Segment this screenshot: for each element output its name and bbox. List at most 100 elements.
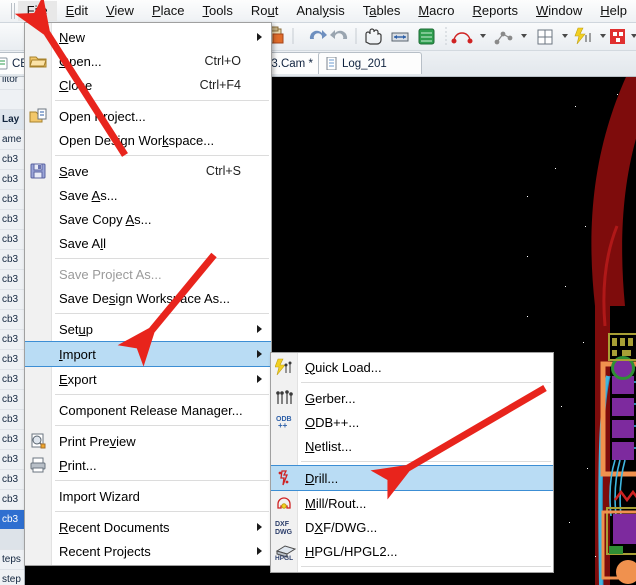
left-panel-row[interactable]: cb3 [0, 330, 24, 350]
left-panel-row[interactable]: cb3 [0, 190, 24, 210]
menu-item-component-release-manager[interactable]: Component Release Manager... [25, 398, 271, 422]
menu-item-label: Setup [59, 322, 93, 337]
left-panel-row[interactable]: cb3 [0, 250, 24, 270]
menu-item-import-wizard[interactable]: Import Wizard [25, 484, 271, 508]
menubar-item-edit[interactable]: Edit [57, 1, 97, 21]
menubar-item-analysis[interactable]: Analysis [287, 1, 353, 21]
menu-item-setup[interactable]: Setup [25, 317, 271, 341]
menubar-item-file[interactable]: File [18, 1, 57, 21]
menu-item-open[interactable]: Open...Ctrl+O [25, 49, 271, 73]
left-panel-row[interactable]: cb3 [0, 210, 24, 230]
menu-item-save-project-as: Save Project As... [25, 262, 271, 286]
left-panel-row[interactable] [0, 530, 24, 550]
menu-item-label: Netlist... [305, 439, 352, 454]
svg-text:DXF: DXF [275, 521, 290, 528]
left-panel-row[interactable]: cb3 [0, 490, 24, 510]
menu-item-label: Save Design Workspace As... [59, 291, 230, 306]
left-panel-row[interactable]: cb3 [0, 270, 24, 290]
menubar-item-view[interactable]: View [97, 1, 143, 21]
menu-item-recent-documents[interactable]: Recent Documents [25, 515, 271, 539]
menu-separator [55, 313, 269, 314]
menu-item-label: Recent Documents [59, 520, 170, 535]
chevron-down-icon [631, 34, 636, 38]
left-panel-row[interactable]: cb3 [0, 510, 24, 530]
menu-item-print-preview[interactable]: Print Preview [25, 429, 271, 453]
menu-separator [301, 382, 551, 383]
menu-item-close[interactable]: CloseCtrl+F4 [25, 73, 271, 97]
menu-item-label: Mill/Rout... [305, 496, 366, 511]
left-panel-row[interactable]: teps [0, 550, 24, 570]
left-panel-row[interactable]: cb3 [0, 170, 24, 190]
left-dock-panel[interactable]: iclitorLayamecb3cb3cb3cb3cb3cb3cb3cb3cb3… [0, 50, 25, 585]
left-panel-row[interactable]: step [0, 570, 24, 585]
menu-bar: FileEditViewPlaceToolsRoutAnalysisTables… [0, 0, 636, 23]
menu-separator [55, 511, 269, 512]
menu-item-label: Print Preview [59, 434, 136, 449]
submenu-arrow-icon [257, 375, 262, 383]
left-panel-row[interactable]: cb3 [0, 390, 24, 410]
left-panel-row[interactable]: cb3 [0, 470, 24, 490]
menu-item-gerber[interactable]: Gerber... [271, 386, 553, 410]
menu-item-quick-load[interactable]: Quick Load... [271, 355, 553, 379]
menubar-item-help[interactable]: Help [591, 1, 636, 21]
import-submenu-popup[interactable]: Quick Load... Gerber...ODB++ODB++... Netli… [270, 352, 554, 573]
menu-item-save-copy-as[interactable]: Save Copy As... [25, 207, 271, 231]
menubar-item-window[interactable]: Window [527, 1, 591, 21]
menu-item-mill-rout[interactable]: Mill/Rout... [271, 491, 553, 515]
menu-item-save-all[interactable]: Save All [25, 231, 271, 255]
open-folder-icon [29, 52, 47, 70]
menu-item-save-design-workspace-as[interactable]: Save Design Workspace As... [25, 286, 271, 310]
menu-item-save-as[interactable]: Save As... [25, 183, 271, 207]
menu-item-hpgl-hpgl2[interactable]: HPGLHPGL/HPGL2... [271, 539, 553, 563]
menu-separator [301, 461, 551, 462]
menu-item-label: Recent Projects [59, 544, 151, 559]
menubar-item-reports[interactable]: Reports [463, 1, 527, 21]
menu-item-import[interactable]: Import [25, 341, 271, 367]
odb-plus-plus-icon: ODB++ [275, 413, 293, 431]
left-panel-row[interactable] [0, 90, 24, 110]
left-panel-row[interactable]: cb3 [0, 150, 24, 170]
menu-item-open-design-workspace[interactable]: Open Design Workspace... [25, 128, 271, 152]
left-panel-row[interactable]: cb3 [0, 410, 24, 430]
menubar-item-tables[interactable]: Tables [354, 1, 410, 21]
left-panel-row[interactable]: cb3 [0, 290, 24, 310]
svg-text:++: ++ [278, 421, 288, 430]
menu-item-odb[interactable]: ODB++ODB++... [271, 410, 553, 434]
file-menu-popup[interactable]: NewOpen...Ctrl+OCloseCtrl+F4 Open Project… [24, 22, 272, 566]
menu-item-save[interactable]: SaveCtrl+S [25, 159, 271, 183]
menu-item-print[interactable]: Print... [25, 453, 271, 477]
application-window: iclitorLayamecb3cb3cb3cb3cb3cb3cb3cb3cb3… [0, 0, 636, 585]
netlist-tool-icon [495, 32, 512, 44]
menubar-grip[interactable] [11, 3, 15, 19]
left-panel-row[interactable]: cb3 [0, 350, 24, 370]
menu-item-label: Save As... [59, 188, 118, 203]
left-panel-row[interactable]: ame [0, 130, 24, 150]
left-panel-row[interactable]: cb3 [0, 310, 24, 330]
menubar-item-macro[interactable]: Macro [409, 1, 463, 21]
menu-item-recent-projects[interactable]: Recent Projects [25, 539, 271, 563]
submenu-arrow-icon [257, 350, 262, 358]
menu-item-open-project[interactable]: Open Project... [25, 104, 271, 128]
menu-item-export[interactable]: Export [25, 367, 271, 391]
gerber-icon [275, 389, 293, 407]
menubar-item-tools[interactable]: Tools [193, 1, 241, 21]
menubar-item-rout[interactable]: Rout [242, 1, 287, 21]
menubar-item-place[interactable]: Place [143, 1, 194, 21]
menu-item-dxf-dwg[interactable]: DXFDWGDXF/DWG... [271, 515, 553, 539]
arc-tool-icon [452, 33, 472, 43]
left-panel-row[interactable]: cb3 [0, 450, 24, 470]
left-panel-row[interactable]: Lay [0, 110, 24, 130]
document-tab[interactable]: Log_201 [318, 52, 422, 74]
left-panel-row[interactable]: cb3 [0, 230, 24, 250]
left-panel-row[interactable]: cb3 [0, 430, 24, 450]
quick-load-icon [575, 28, 590, 44]
menu-separator [55, 258, 269, 259]
menu-item-label: Save Project As... [59, 267, 162, 282]
document-tab-label: Log_201 [342, 58, 387, 70]
menu-item-netlist[interactable]: Netlist... [271, 434, 553, 458]
menu-item-new[interactable]: New [25, 25, 271, 49]
left-panel-row[interactable]: cb3 [0, 370, 24, 390]
board-icon [419, 29, 434, 44]
open-project-icon [29, 107, 47, 125]
menu-item-drill[interactable]: Drill... [271, 465, 553, 491]
